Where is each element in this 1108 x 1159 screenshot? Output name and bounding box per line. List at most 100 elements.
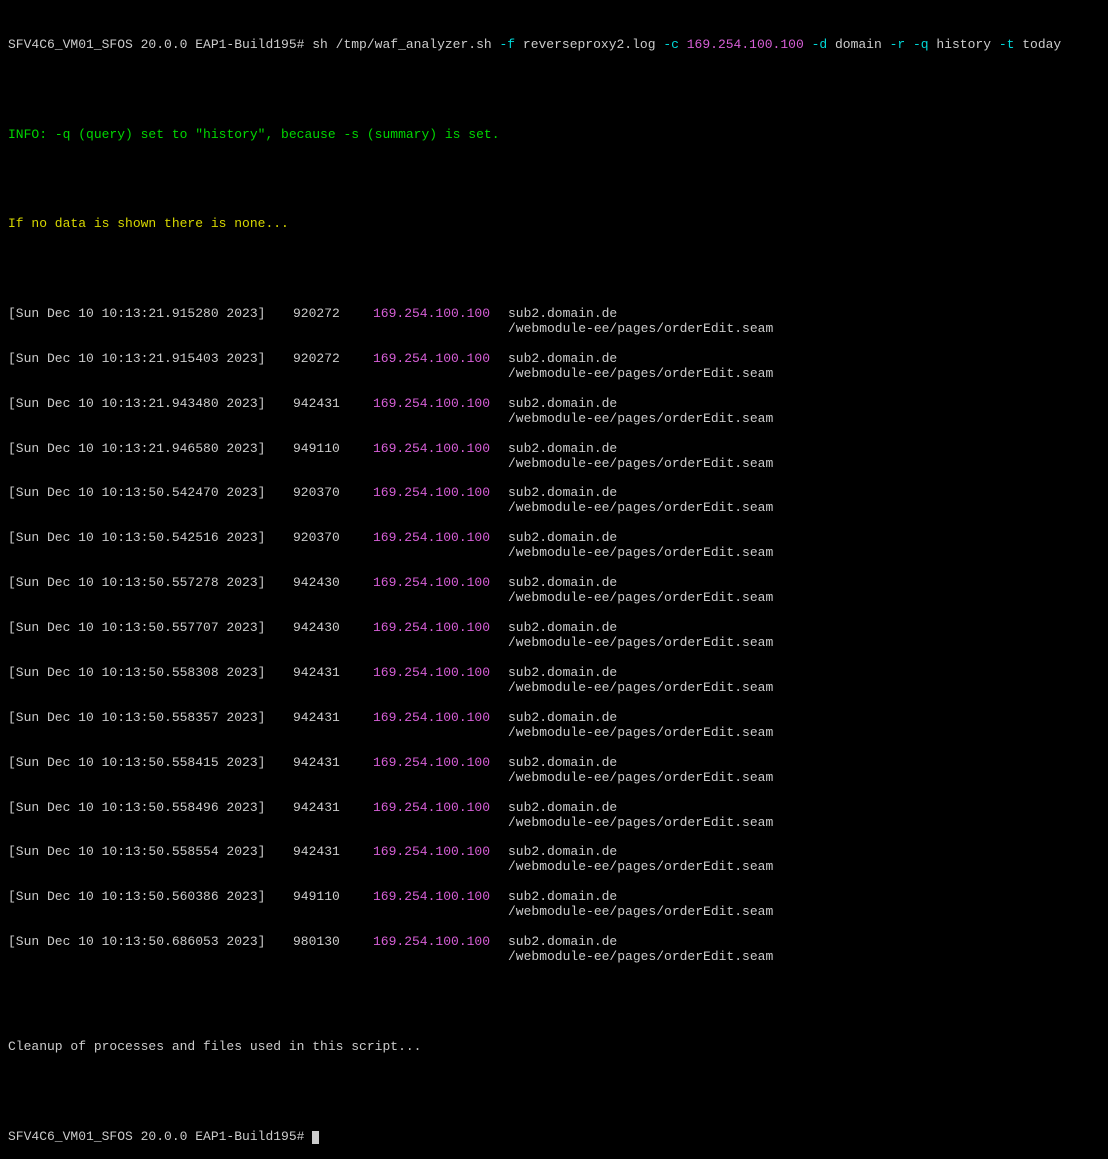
log-timestamp: [Sun Dec 10 10:13:21.915403 2023] [8,352,293,367]
command-line: SFV4C6_VM01_SFOS 20.0.0 EAP1-Build195# s… [8,38,1100,53]
flag-t: -t [991,37,1014,52]
log-entry: [Sun Dec 10 10:13:50.542516 2023]9203701… [8,531,1100,561]
log-domain: sub2.domain.de [508,890,617,905]
arg-time: today [1014,37,1061,52]
log-domain: sub2.domain.de [508,442,617,457]
log-path: /webmodule-ee/pages/orderEdit.seam [8,860,1100,875]
log-client-ip: 169.254.100.100 [373,576,508,591]
log-timestamp: [Sun Dec 10 10:13:50.558496 2023] [8,801,293,816]
log-entry: [Sun Dec 10 10:13:21.915280 2023]9202721… [8,307,1100,337]
log-entry: [Sun Dec 10 10:13:50.686053 2023]9801301… [8,935,1100,965]
log-client-ip: 169.254.100.100 [373,756,508,771]
command-base: sh /tmp/waf_analyzer.sh [304,37,491,52]
log-client-ip: 169.254.100.100 [373,397,508,412]
log-client-ip: 169.254.100.100 [373,486,508,501]
log-rule-id: 920370 [293,486,373,501]
flag-d: -d [804,37,827,52]
log-entry: [Sun Dec 10 10:13:50.558357 2023]9424311… [8,711,1100,741]
log-timestamp: [Sun Dec 10 10:13:50.558357 2023] [8,711,293,726]
shell-prompt-line: SFV4C6_VM01_SFOS 20.0.0 EAP1-Build195# [8,1130,1100,1145]
log-domain: sub2.domain.de [508,935,617,950]
terminal-output[interactable]: SFV4C6_VM01_SFOS 20.0.0 EAP1-Build195# s… [8,8,1100,1159]
log-path: /webmodule-ee/pages/orderEdit.seam [8,771,1100,786]
log-domain: sub2.domain.de [508,666,617,681]
log-client-ip: 169.254.100.100 [373,666,508,681]
log-rule-id: 942431 [293,801,373,816]
log-timestamp: [Sun Dec 10 10:13:21.946580 2023] [8,442,293,457]
log-entry: [Sun Dec 10 10:13:50.558554 2023]9424311… [8,845,1100,875]
log-path: /webmodule-ee/pages/orderEdit.seam [8,636,1100,651]
log-timestamp: [Sun Dec 10 10:13:50.558308 2023] [8,666,293,681]
log-client-ip: 169.254.100.100 [373,352,508,367]
info-text: -q (query) set to "history", because -s … [47,127,499,142]
log-domain: sub2.domain.de [508,352,617,367]
info-line: INFO: -q (query) set to "history", becau… [8,128,1100,143]
log-path: /webmodule-ee/pages/orderEdit.seam [8,591,1100,606]
log-timestamp: [Sun Dec 10 10:13:50.557278 2023] [8,576,293,591]
log-timestamp: [Sun Dec 10 10:13:21.943480 2023] [8,397,293,412]
log-client-ip: 169.254.100.100 [373,621,508,636]
log-domain: sub2.domain.de [508,486,617,501]
log-client-ip: 169.254.100.100 [373,307,508,322]
log-client-ip: 169.254.100.100 [373,935,508,950]
arg-file: reverseproxy2.log [515,37,655,52]
log-rule-id: 980130 [293,935,373,950]
log-path: /webmodule-ee/pages/orderEdit.seam [8,905,1100,920]
log-client-ip: 169.254.100.100 [373,531,508,546]
log-path: /webmodule-ee/pages/orderEdit.seam [8,726,1100,741]
log-rule-id: 942430 [293,621,373,636]
log-rule-id: 942430 [293,576,373,591]
log-path: /webmodule-ee/pages/orderEdit.seam [8,950,1100,965]
log-domain: sub2.domain.de [508,307,617,322]
log-timestamp: [Sun Dec 10 10:13:50.686053 2023] [8,935,293,950]
log-path: /webmodule-ee/pages/orderEdit.seam [8,816,1100,831]
log-entry: [Sun Dec 10 10:13:50.542470 2023]9203701… [8,486,1100,516]
flag-c: -c [656,37,679,52]
arg-client-ip: 169.254.100.100 [679,37,804,52]
log-timestamp: [Sun Dec 10 10:13:50.557707 2023] [8,621,293,636]
flag-f: -f [492,37,515,52]
log-timestamp: [Sun Dec 10 10:13:50.560386 2023] [8,890,293,905]
log-entry: [Sun Dec 10 10:13:21.943480 2023]9424311… [8,397,1100,427]
log-timestamp: [Sun Dec 10 10:13:21.915280 2023] [8,307,293,322]
cleanup-message: Cleanup of processes and files used in t… [8,1040,1100,1055]
log-domain: sub2.domain.de [508,576,617,591]
log-domain: sub2.domain.de [508,711,617,726]
log-domain: sub2.domain.de [508,531,617,546]
log-path: /webmodule-ee/pages/orderEdit.seam [8,412,1100,427]
log-rule-id: 942431 [293,756,373,771]
log-rule-id: 942431 [293,397,373,412]
log-rule-id: 949110 [293,442,373,457]
log-path: /webmodule-ee/pages/orderEdit.seam [8,681,1100,696]
log-domain: sub2.domain.de [508,397,617,412]
log-client-ip: 169.254.100.100 [373,442,508,457]
log-client-ip: 169.254.100.100 [373,711,508,726]
log-entry: [Sun Dec 10 10:13:50.560386 2023]9491101… [8,890,1100,920]
log-entry: [Sun Dec 10 10:13:21.946580 2023]9491101… [8,442,1100,472]
log-path: /webmodule-ee/pages/orderEdit.seam [8,322,1100,337]
log-rule-id: 949110 [293,890,373,905]
arg-query: history [929,37,991,52]
log-entry: [Sun Dec 10 10:13:50.557278 2023]9424301… [8,576,1100,606]
log-timestamp: [Sun Dec 10 10:13:50.542516 2023] [8,531,293,546]
log-entry: [Sun Dec 10 10:13:50.558496 2023]9424311… [8,801,1100,831]
no-data-message: If no data is shown there is none... [8,217,1100,232]
log-client-ip: 169.254.100.100 [373,890,508,905]
log-rule-id: 920370 [293,531,373,546]
log-entry: [Sun Dec 10 10:13:50.557707 2023]9424301… [8,621,1100,651]
arg-domain: domain [827,37,882,52]
log-path: /webmodule-ee/pages/orderEdit.seam [8,367,1100,382]
log-rule-id: 942431 [293,666,373,681]
log-domain: sub2.domain.de [508,801,617,816]
log-rule-id: 920272 [293,352,373,367]
flag-r: -r [882,37,905,52]
shell-prompt: SFV4C6_VM01_SFOS 20.0.0 EAP1-Build195# [8,37,304,52]
log-path: /webmodule-ee/pages/orderEdit.seam [8,457,1100,472]
log-entry: [Sun Dec 10 10:13:50.558308 2023]9424311… [8,666,1100,696]
log-entries-container: [Sun Dec 10 10:13:21.915280 2023]9202721… [8,307,1100,965]
log-timestamp: [Sun Dec 10 10:13:50.558415 2023] [8,756,293,771]
log-entry: [Sun Dec 10 10:13:21.915403 2023]9202721… [8,352,1100,382]
log-rule-id: 942431 [293,711,373,726]
log-timestamp: [Sun Dec 10 10:13:50.542470 2023] [8,486,293,501]
flag-q: -q [905,37,928,52]
